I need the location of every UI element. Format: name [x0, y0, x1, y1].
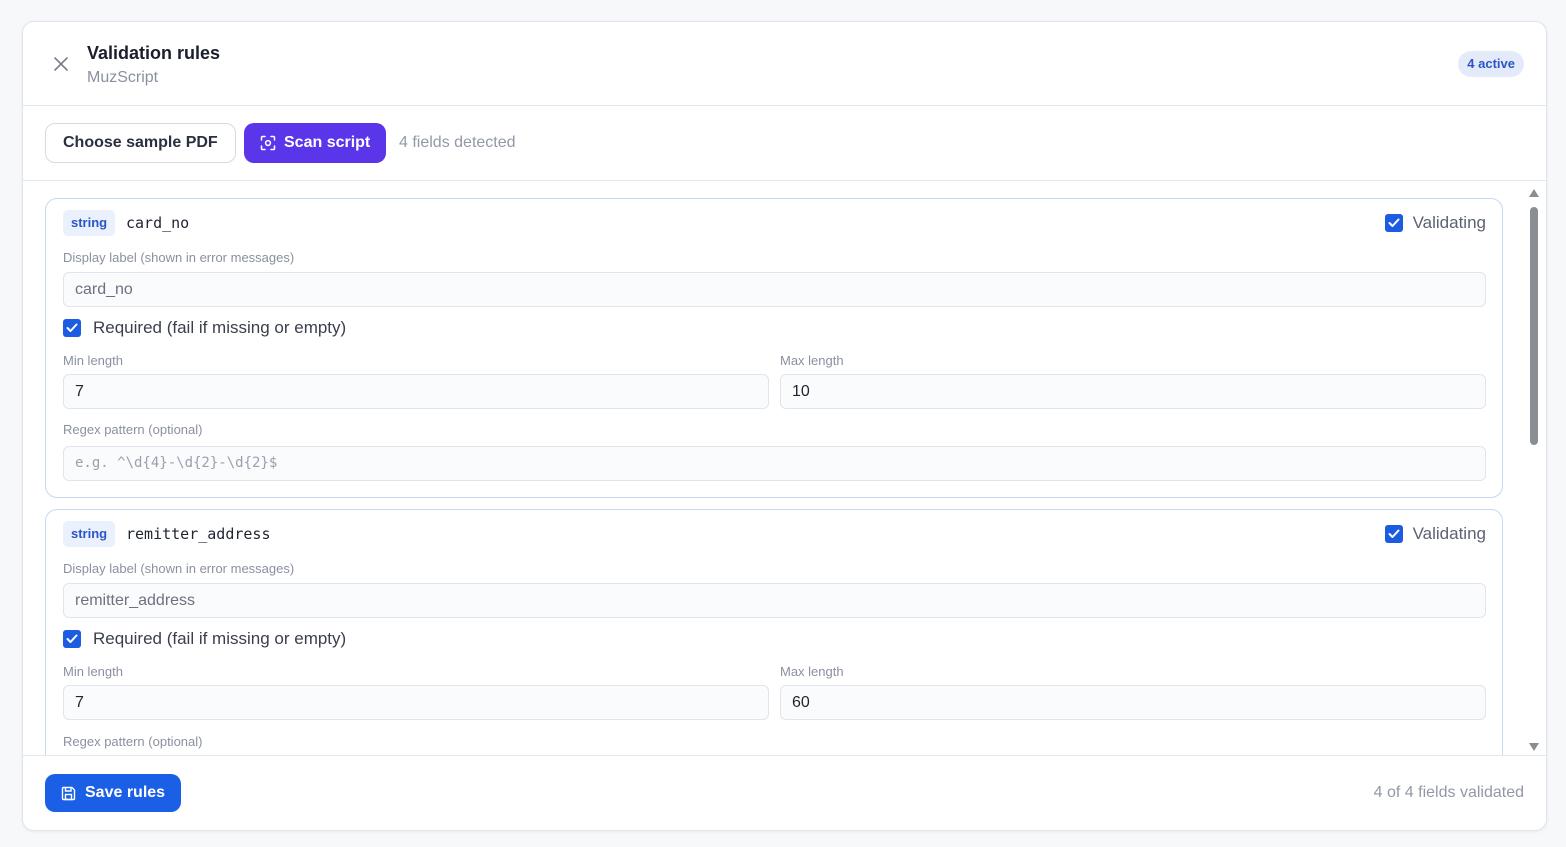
- required-toggle[interactable]: Required (fail if missing or empty): [63, 629, 346, 649]
- max-length-input[interactable]: 10: [780, 374, 1486, 409]
- validating-toggle[interactable]: Validating: [1384, 213, 1486, 233]
- page-subtitle: MuzScript: [87, 69, 159, 86]
- checkbox-checked-icon[interactable]: [1384, 214, 1403, 232]
- checkbox-checked-icon[interactable]: [1384, 525, 1403, 543]
- max-length-caption: Max length: [780, 664, 844, 679]
- regex-input[interactable]: e.g. ^\d{4}-\d{2}-\d{2}$: [63, 446, 1486, 481]
- save-rules-button[interactable]: Save rules: [45, 774, 182, 812]
- validating-label: Validating: [1412, 213, 1486, 232]
- field-type-badge: string: [63, 521, 116, 547]
- field-card: string remitter_address Validating Displ…: [45, 509, 1503, 757]
- display-label-caption: Display label (shown in error messages): [63, 250, 295, 265]
- max-length-input[interactable]: 60: [780, 685, 1486, 720]
- scan-script-button[interactable]: Scan script: [244, 123, 387, 163]
- panel-header: Validation rules MuzScript 4 active: [23, 22, 1546, 106]
- min-length-input[interactable]: 7: [63, 685, 769, 720]
- min-length-caption: Min length: [63, 353, 123, 368]
- scroll-down-arrow-icon[interactable]: [1528, 741, 1540, 753]
- field-key: remitter_address: [126, 525, 271, 543]
- required-label: Required (fail if missing or empty): [93, 629, 347, 648]
- active-count-badge: 4 active: [1458, 51, 1524, 77]
- display-label-input[interactable]: remitter_address: [63, 583, 1486, 618]
- vertical-scrollbar[interactable]: [1528, 187, 1540, 753]
- validating-toggle[interactable]: Validating: [1384, 524, 1486, 544]
- scroll-up-arrow-icon[interactable]: [1528, 187, 1540, 199]
- field-card: string card_no Validating Display label …: [45, 198, 1503, 498]
- field-rules-list[interactable]: string card_no Validating Display label …: [23, 181, 1546, 757]
- scrollbar-thumb[interactable]: [1530, 207, 1538, 445]
- checkbox-checked-icon[interactable]: [63, 319, 81, 337]
- display-label-caption: Display label (shown in error messages): [63, 561, 295, 576]
- toolbar: Choose sample PDF Scan script 4 fields d…: [23, 106, 1546, 181]
- required-toggle[interactable]: Required (fail if missing or empty): [63, 318, 346, 338]
- regex-caption: Regex pattern (optional): [63, 422, 203, 437]
- regex-caption: Regex pattern (optional): [63, 734, 203, 749]
- scan-icon: [260, 135, 276, 151]
- validation-rules-panel: Validation rules MuzScript 4 active Choo…: [22, 21, 1547, 831]
- save-rules-label: Save rules: [85, 784, 166, 801]
- display-label-input[interactable]: card_no: [63, 272, 1486, 307]
- save-icon: [61, 786, 76, 800]
- fields-detected-text: 4 fields detected: [399, 134, 516, 151]
- max-length-caption: Max length: [780, 353, 844, 368]
- close-icon: [54, 57, 68, 71]
- choose-sample-pdf-button[interactable]: Choose sample PDF: [45, 123, 236, 163]
- close-button[interactable]: [51, 54, 71, 74]
- scan-script-label: Scan script: [284, 134, 371, 151]
- field-key: card_no: [126, 214, 190, 232]
- min-length-caption: Min length: [63, 664, 123, 679]
- required-label: Required (fail if missing or empty): [93, 318, 347, 337]
- validated-count-text: 4 of 4 fields validated: [1373, 784, 1524, 801]
- panel-footer: Save rules 4 of 4 fields validated: [23, 755, 1546, 830]
- validating-label: Validating: [1412, 524, 1486, 543]
- checkbox-checked-icon[interactable]: [63, 630, 81, 648]
- min-length-input[interactable]: 7: [63, 374, 769, 409]
- page-title: Validation rules: [87, 43, 221, 63]
- field-type-badge: string: [63, 210, 116, 236]
